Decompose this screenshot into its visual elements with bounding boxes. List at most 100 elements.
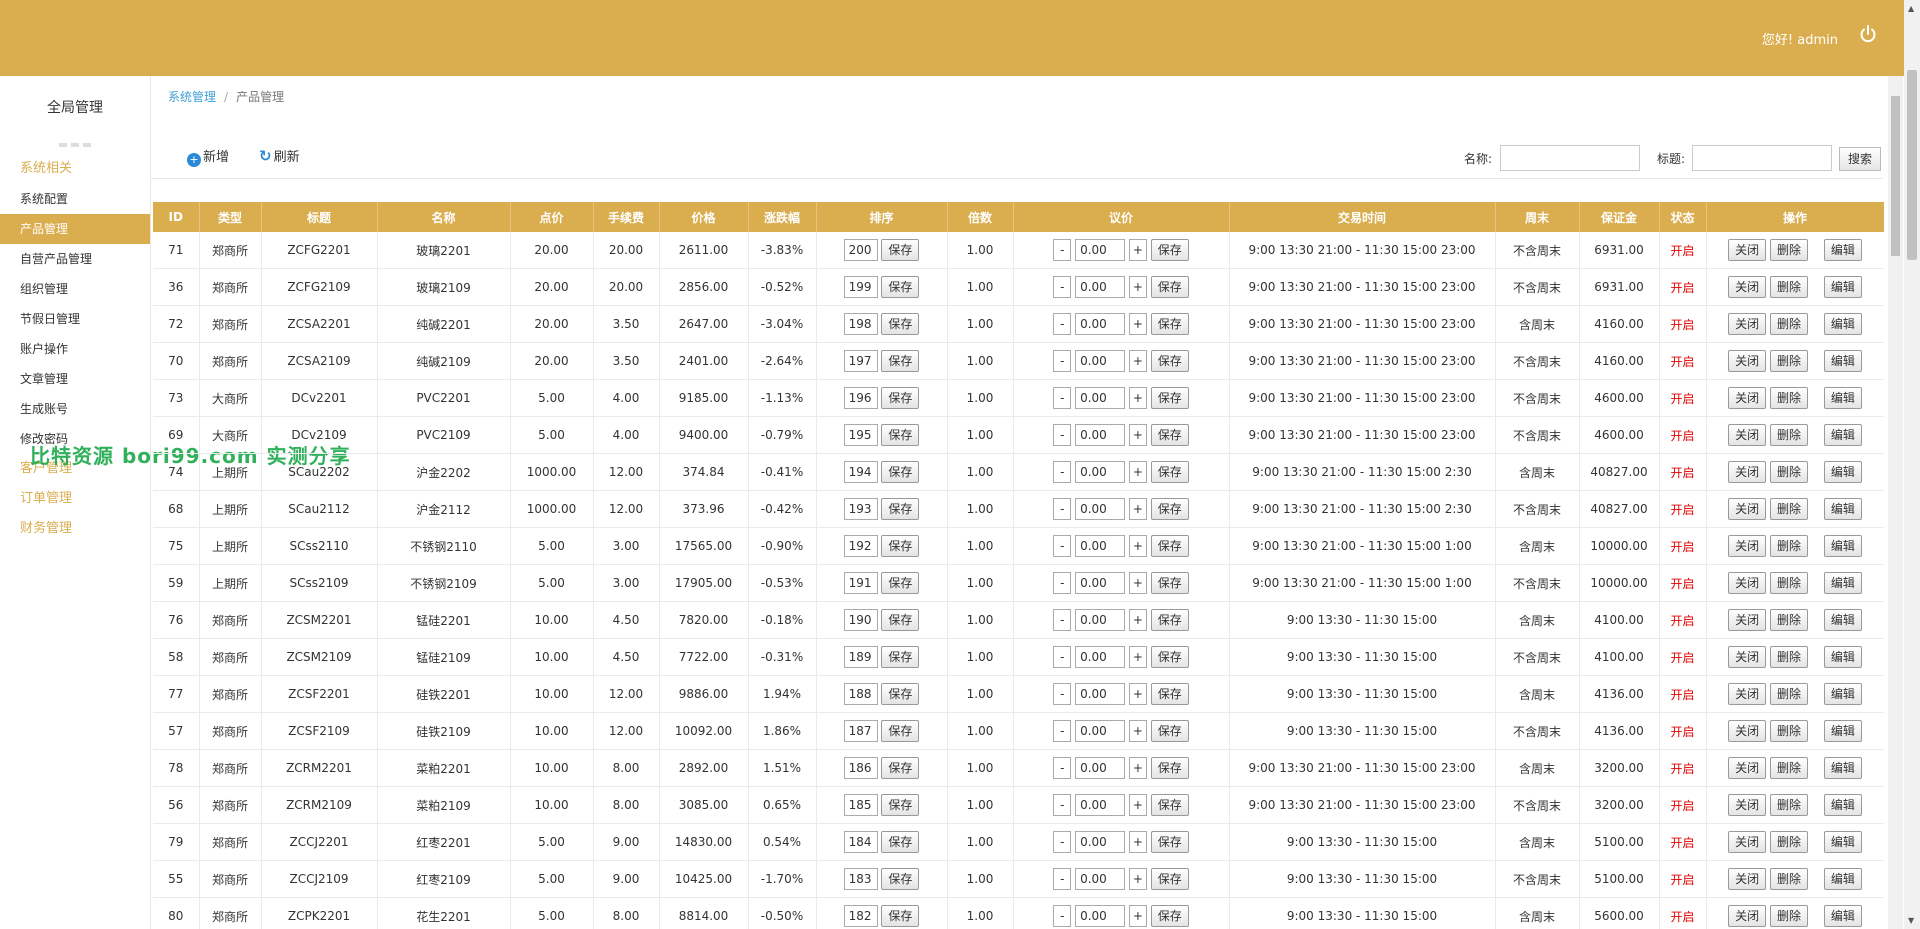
negotiation-save-button[interactable]: 保存 bbox=[1150, 239, 1189, 261]
negotiation-save-button[interactable]: 保存 bbox=[1150, 424, 1189, 446]
close-button[interactable]: 关闭 bbox=[1728, 720, 1767, 742]
negotiation-minus-button[interactable]: - bbox=[1053, 424, 1072, 446]
negotiation-minus-button[interactable]: - bbox=[1053, 387, 1072, 409]
negotiation-input[interactable]: 0.00 bbox=[1075, 276, 1126, 298]
page-scrollbar[interactable]: ▲ ▼ bbox=[1904, 0, 1920, 929]
sort-input[interactable]: 194 bbox=[843, 461, 878, 483]
negotiation-plus-button[interactable]: + bbox=[1128, 387, 1147, 409]
delete-button[interactable]: 删除 bbox=[1769, 239, 1808, 261]
delete-button[interactable]: 删除 bbox=[1769, 572, 1808, 594]
negotiation-plus-button[interactable]: + bbox=[1128, 757, 1147, 779]
edit-button[interactable]: 编辑 bbox=[1823, 683, 1862, 705]
sort-input[interactable]: 186 bbox=[843, 757, 878, 779]
negotiation-minus-button[interactable]: - bbox=[1053, 461, 1072, 483]
sort-save-button[interactable]: 保存 bbox=[881, 313, 920, 335]
content-scrollbar-thumb[interactable] bbox=[1891, 96, 1900, 256]
close-button[interactable]: 关闭 bbox=[1728, 831, 1767, 853]
sort-input[interactable]: 196 bbox=[843, 387, 878, 409]
sort-input[interactable]: 184 bbox=[843, 831, 878, 853]
negotiation-plus-button[interactable]: + bbox=[1128, 831, 1147, 853]
delete-button[interactable]: 删除 bbox=[1769, 387, 1808, 409]
sort-input[interactable]: 183 bbox=[843, 868, 878, 890]
delete-button[interactable]: 删除 bbox=[1769, 646, 1808, 668]
close-button[interactable]: 关闭 bbox=[1728, 757, 1767, 779]
sort-save-button[interactable]: 保存 bbox=[881, 572, 920, 594]
negotiation-save-button[interactable]: 保存 bbox=[1150, 683, 1189, 705]
negotiation-plus-button[interactable]: + bbox=[1128, 868, 1147, 890]
close-button[interactable]: 关闭 bbox=[1728, 794, 1767, 816]
negotiation-save-button[interactable]: 保存 bbox=[1150, 794, 1189, 816]
edit-button[interactable]: 编辑 bbox=[1823, 609, 1862, 631]
sidebar-item[interactable]: 生成账号 bbox=[0, 394, 150, 424]
negotiation-save-button[interactable]: 保存 bbox=[1150, 646, 1189, 668]
sort-input[interactable]: 198 bbox=[843, 313, 878, 335]
negotiation-input[interactable]: 0.00 bbox=[1075, 609, 1126, 631]
negotiation-plus-button[interactable]: + bbox=[1128, 609, 1147, 631]
negotiation-minus-button[interactable]: - bbox=[1053, 313, 1072, 335]
sort-input[interactable]: 192 bbox=[843, 535, 878, 557]
sidebar-group[interactable]: 系统相关 bbox=[0, 154, 150, 184]
close-button[interactable]: 关闭 bbox=[1728, 868, 1767, 890]
negotiation-save-button[interactable]: 保存 bbox=[1150, 350, 1189, 372]
sort-input[interactable]: 190 bbox=[843, 609, 878, 631]
sidebar-item[interactable]: 文章管理 bbox=[0, 364, 150, 394]
sort-input[interactable]: 200 bbox=[843, 239, 878, 261]
delete-button[interactable]: 删除 bbox=[1769, 683, 1808, 705]
sort-save-button[interactable]: 保存 bbox=[881, 720, 920, 742]
edit-button[interactable]: 编辑 bbox=[1823, 461, 1862, 483]
negotiation-input[interactable]: 0.00 bbox=[1075, 424, 1126, 446]
negotiation-input[interactable]: 0.00 bbox=[1075, 572, 1126, 594]
sort-save-button[interactable]: 保存 bbox=[881, 831, 920, 853]
negotiation-minus-button[interactable]: - bbox=[1053, 572, 1072, 594]
delete-button[interactable]: 删除 bbox=[1769, 831, 1808, 853]
negotiation-minus-button[interactable]: - bbox=[1053, 683, 1072, 705]
negotiation-plus-button[interactable]: + bbox=[1128, 239, 1147, 261]
negotiation-input[interactable]: 0.00 bbox=[1075, 535, 1126, 557]
sort-save-button[interactable]: 保存 bbox=[881, 535, 920, 557]
negotiation-input[interactable]: 0.00 bbox=[1075, 757, 1126, 779]
delete-button[interactable]: 删除 bbox=[1769, 609, 1808, 631]
sort-input[interactable]: 193 bbox=[843, 498, 878, 520]
close-button[interactable]: 关闭 bbox=[1728, 646, 1767, 668]
negotiation-input[interactable]: 0.00 bbox=[1075, 831, 1126, 853]
close-button[interactable]: 关闭 bbox=[1728, 609, 1767, 631]
sort-save-button[interactable]: 保存 bbox=[881, 609, 920, 631]
close-button[interactable]: 关闭 bbox=[1728, 313, 1767, 335]
add-button[interactable]: + 新增 bbox=[187, 146, 229, 167]
edit-button[interactable]: 编辑 bbox=[1823, 313, 1862, 335]
negotiation-input[interactable]: 0.00 bbox=[1075, 646, 1126, 668]
close-button[interactable]: 关闭 bbox=[1728, 276, 1767, 298]
close-button[interactable]: 关闭 bbox=[1728, 572, 1767, 594]
negotiation-save-button[interactable]: 保存 bbox=[1150, 461, 1189, 483]
delete-button[interactable]: 删除 bbox=[1769, 720, 1808, 742]
edit-button[interactable]: 编辑 bbox=[1823, 720, 1862, 742]
negotiation-save-button[interactable]: 保存 bbox=[1150, 387, 1189, 409]
negotiation-plus-button[interactable]: + bbox=[1128, 683, 1147, 705]
delete-button[interactable]: 删除 bbox=[1769, 424, 1808, 446]
sidebar-item[interactable]: 节假日管理 bbox=[0, 304, 150, 334]
negotiation-minus-button[interactable]: - bbox=[1053, 498, 1072, 520]
negotiation-plus-button[interactable]: + bbox=[1128, 350, 1147, 372]
negotiation-save-button[interactable]: 保存 bbox=[1150, 757, 1189, 779]
close-button[interactable]: 关闭 bbox=[1728, 350, 1767, 372]
title-filter-input[interactable] bbox=[1692, 145, 1832, 171]
sidebar-item[interactable]: 组织管理 bbox=[0, 274, 150, 304]
negotiation-input[interactable]: 0.00 bbox=[1075, 313, 1126, 335]
content-scrollbar[interactable] bbox=[1888, 76, 1903, 929]
negotiation-save-button[interactable]: 保存 bbox=[1150, 535, 1189, 557]
sidebar-item[interactable]: 系统配置 bbox=[0, 184, 150, 214]
sidebar-item[interactable]: 产品管理 bbox=[0, 214, 150, 244]
negotiation-save-button[interactable]: 保存 bbox=[1150, 831, 1189, 853]
edit-button[interactable]: 编辑 bbox=[1823, 498, 1862, 520]
edit-button[interactable]: 编辑 bbox=[1823, 572, 1862, 594]
breadcrumb-parent[interactable]: 系统管理 bbox=[168, 90, 216, 104]
delete-button[interactable]: 删除 bbox=[1769, 350, 1808, 372]
sort-save-button[interactable]: 保存 bbox=[881, 794, 920, 816]
negotiation-plus-button[interactable]: + bbox=[1128, 535, 1147, 557]
negotiation-minus-button[interactable]: - bbox=[1053, 794, 1072, 816]
negotiation-save-button[interactable]: 保存 bbox=[1150, 609, 1189, 631]
delete-button[interactable]: 删除 bbox=[1769, 313, 1808, 335]
negotiation-minus-button[interactable]: - bbox=[1053, 905, 1072, 927]
negotiation-save-button[interactable]: 保存 bbox=[1150, 868, 1189, 890]
negotiation-save-button[interactable]: 保存 bbox=[1150, 905, 1189, 927]
